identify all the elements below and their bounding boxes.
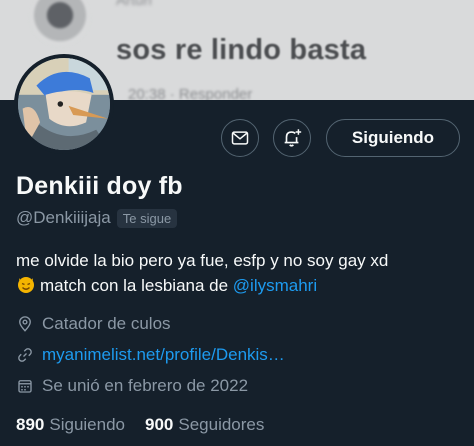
- following-button[interactable]: Siguiendo: [326, 119, 460, 157]
- banner-message: sos re lindo basta: [116, 34, 367, 66]
- bio-line-2: match con la lesbiana de @ilysmahri: [16, 273, 466, 298]
- bell-plus-icon: [284, 129, 302, 147]
- following-label: Siguiendo: [49, 415, 125, 434]
- message-button[interactable]: [221, 119, 259, 157]
- user-handle: @Denkiiijaja: [16, 208, 111, 227]
- notifications-button[interactable]: [273, 119, 311, 157]
- display-name: Denkiii doy fb: [16, 172, 183, 200]
- handle-row: @Denkiiijaja Te sigue: [16, 208, 178, 228]
- followers-count: 900: [145, 415, 174, 434]
- location-row: Catador de culos: [16, 314, 171, 334]
- followers-stat-link[interactable]: 900 Seguidores: [145, 415, 264, 435]
- joined-row: Se unió en febrero de 2022: [16, 376, 248, 396]
- location-text: Catador de culos: [42, 314, 171, 333]
- follow-stats: 890 Siguiendo 900 Seguidores: [16, 415, 284, 435]
- profile-avatar[interactable]: [14, 54, 114, 154]
- bio-mention-link[interactable]: @ilysmahri: [233, 276, 317, 295]
- following-stat-link[interactable]: 890 Siguiendo: [16, 415, 125, 435]
- calendar-icon: [18, 380, 32, 393]
- mail-icon: [231, 131, 249, 145]
- banner-author-name: Arturi: [116, 0, 152, 9]
- link-icon: [18, 348, 32, 362]
- website-row: myanimelist.net/profile/Denkis…: [16, 345, 285, 365]
- profile-bio: me olvide la bio pero ya fue, esfp y no …: [16, 248, 466, 298]
- followers-label: Seguidores: [178, 415, 265, 434]
- following-count: 890: [16, 415, 45, 434]
- bio-line-1: me olvide la bio pero ya fue, esfp y no …: [16, 251, 389, 270]
- website-link[interactable]: myanimelist.net/profile/Denkis…: [42, 345, 285, 365]
- bio-line-2-text: match con la lesbiana de: [40, 276, 233, 295]
- banner-meta: 20:38 · Responder: [128, 86, 253, 100]
- banner-avatar-image: [30, 0, 90, 46]
- avatar-illustration: [18, 58, 110, 150]
- joined-date-text: Se unió en febrero de 2022: [42, 376, 249, 395]
- location-pin-icon: [19, 316, 31, 332]
- follows-you-badge: Te sigue: [116, 208, 178, 228]
- smiling-devil-emoji-icon: [18, 277, 34, 293]
